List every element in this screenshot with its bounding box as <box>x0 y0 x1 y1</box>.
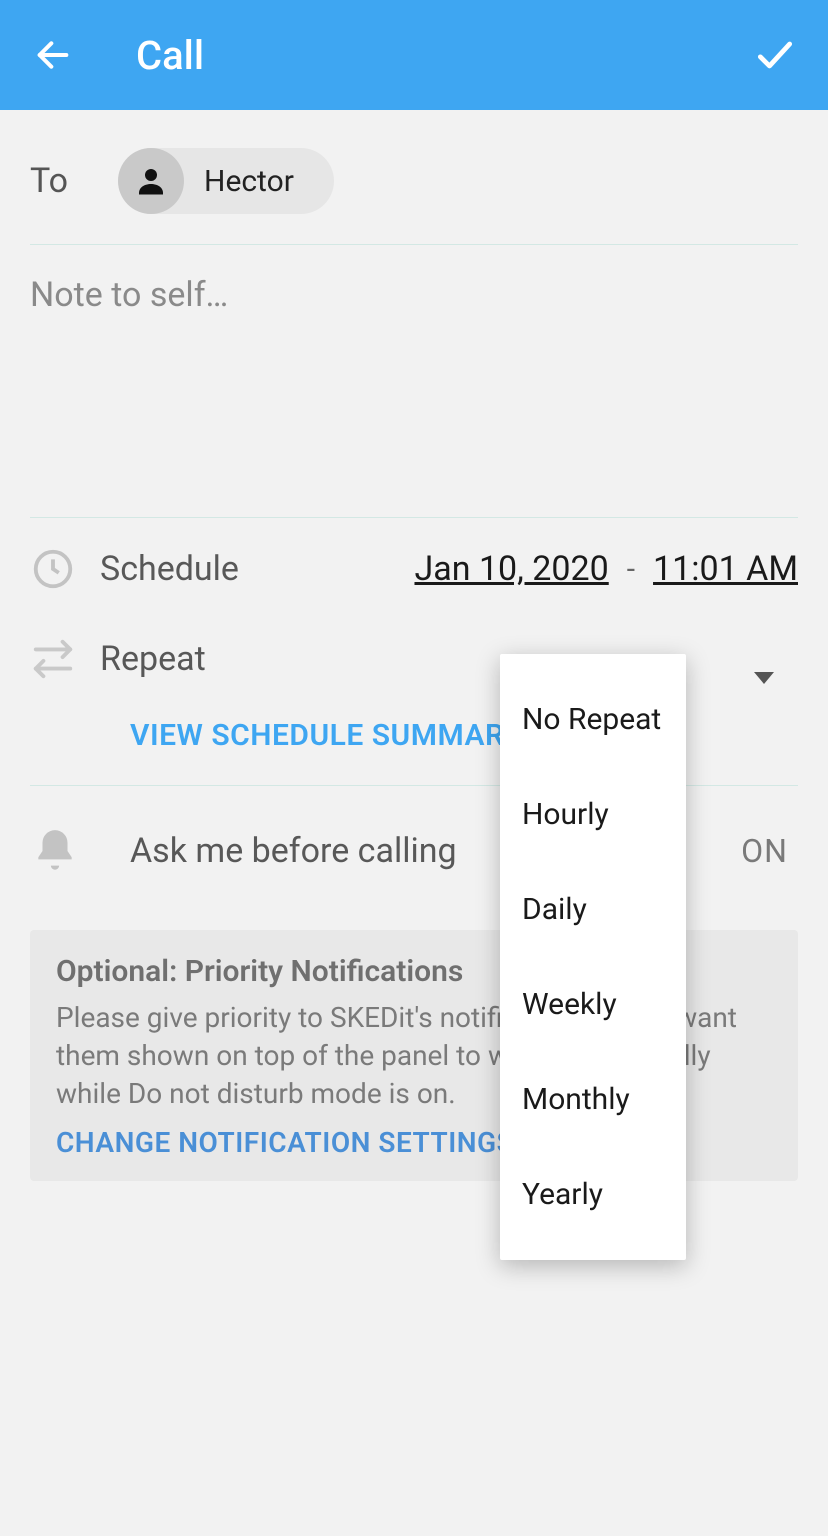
repeat-dropdown-caret[interactable] <box>754 672 774 684</box>
repeat-dropdown-menu: No Repeat Hourly Daily Weekly Monthly Ye… <box>500 654 686 1260</box>
to-row: To Hector <box>30 110 798 238</box>
ask-state: ON <box>741 832 788 870</box>
clock-icon <box>30 546 100 592</box>
repeat-option-weekly[interactable]: Weekly <box>500 957 686 1052</box>
confirm-button[interactable] <box>750 30 800 80</box>
avatar <box>118 148 184 214</box>
back-button[interactable] <box>28 30 78 80</box>
app-header: Call <box>0 0 828 110</box>
note-placeholder: Note to self… <box>30 275 798 315</box>
repeat-option-hourly[interactable]: Hourly <box>500 767 686 862</box>
note-input[interactable]: Note to self… <box>30 251 798 511</box>
schedule-dash: - <box>627 552 635 587</box>
schedule-date[interactable]: Jan 10, 2020 <box>414 549 608 589</box>
to-label: To <box>30 161 68 201</box>
repeat-label: Repeat <box>100 639 206 679</box>
repeat-option-no-repeat[interactable]: No Repeat <box>500 672 686 767</box>
chevron-down-icon <box>754 672 774 684</box>
contact-name: Hector <box>204 164 294 199</box>
person-icon <box>133 163 169 199</box>
page-title: Call <box>136 32 750 79</box>
repeat-option-yearly[interactable]: Yearly <box>500 1147 686 1242</box>
bell-icon <box>30 826 130 876</box>
arrow-left-icon <box>33 35 73 75</box>
schedule-row: Schedule Jan 10, 2020 - 11:01 AM <box>30 524 798 614</box>
contact-chip[interactable]: Hector <box>118 148 334 214</box>
divider <box>30 244 798 245</box>
divider <box>30 517 798 518</box>
repeat-option-daily[interactable]: Daily <box>500 862 686 957</box>
schedule-time[interactable]: 11:01 AM <box>653 549 798 589</box>
schedule-label: Schedule <box>100 549 239 589</box>
repeat-option-monthly[interactable]: Monthly <box>500 1052 686 1147</box>
check-icon <box>753 33 797 77</box>
repeat-icon <box>30 636 100 682</box>
